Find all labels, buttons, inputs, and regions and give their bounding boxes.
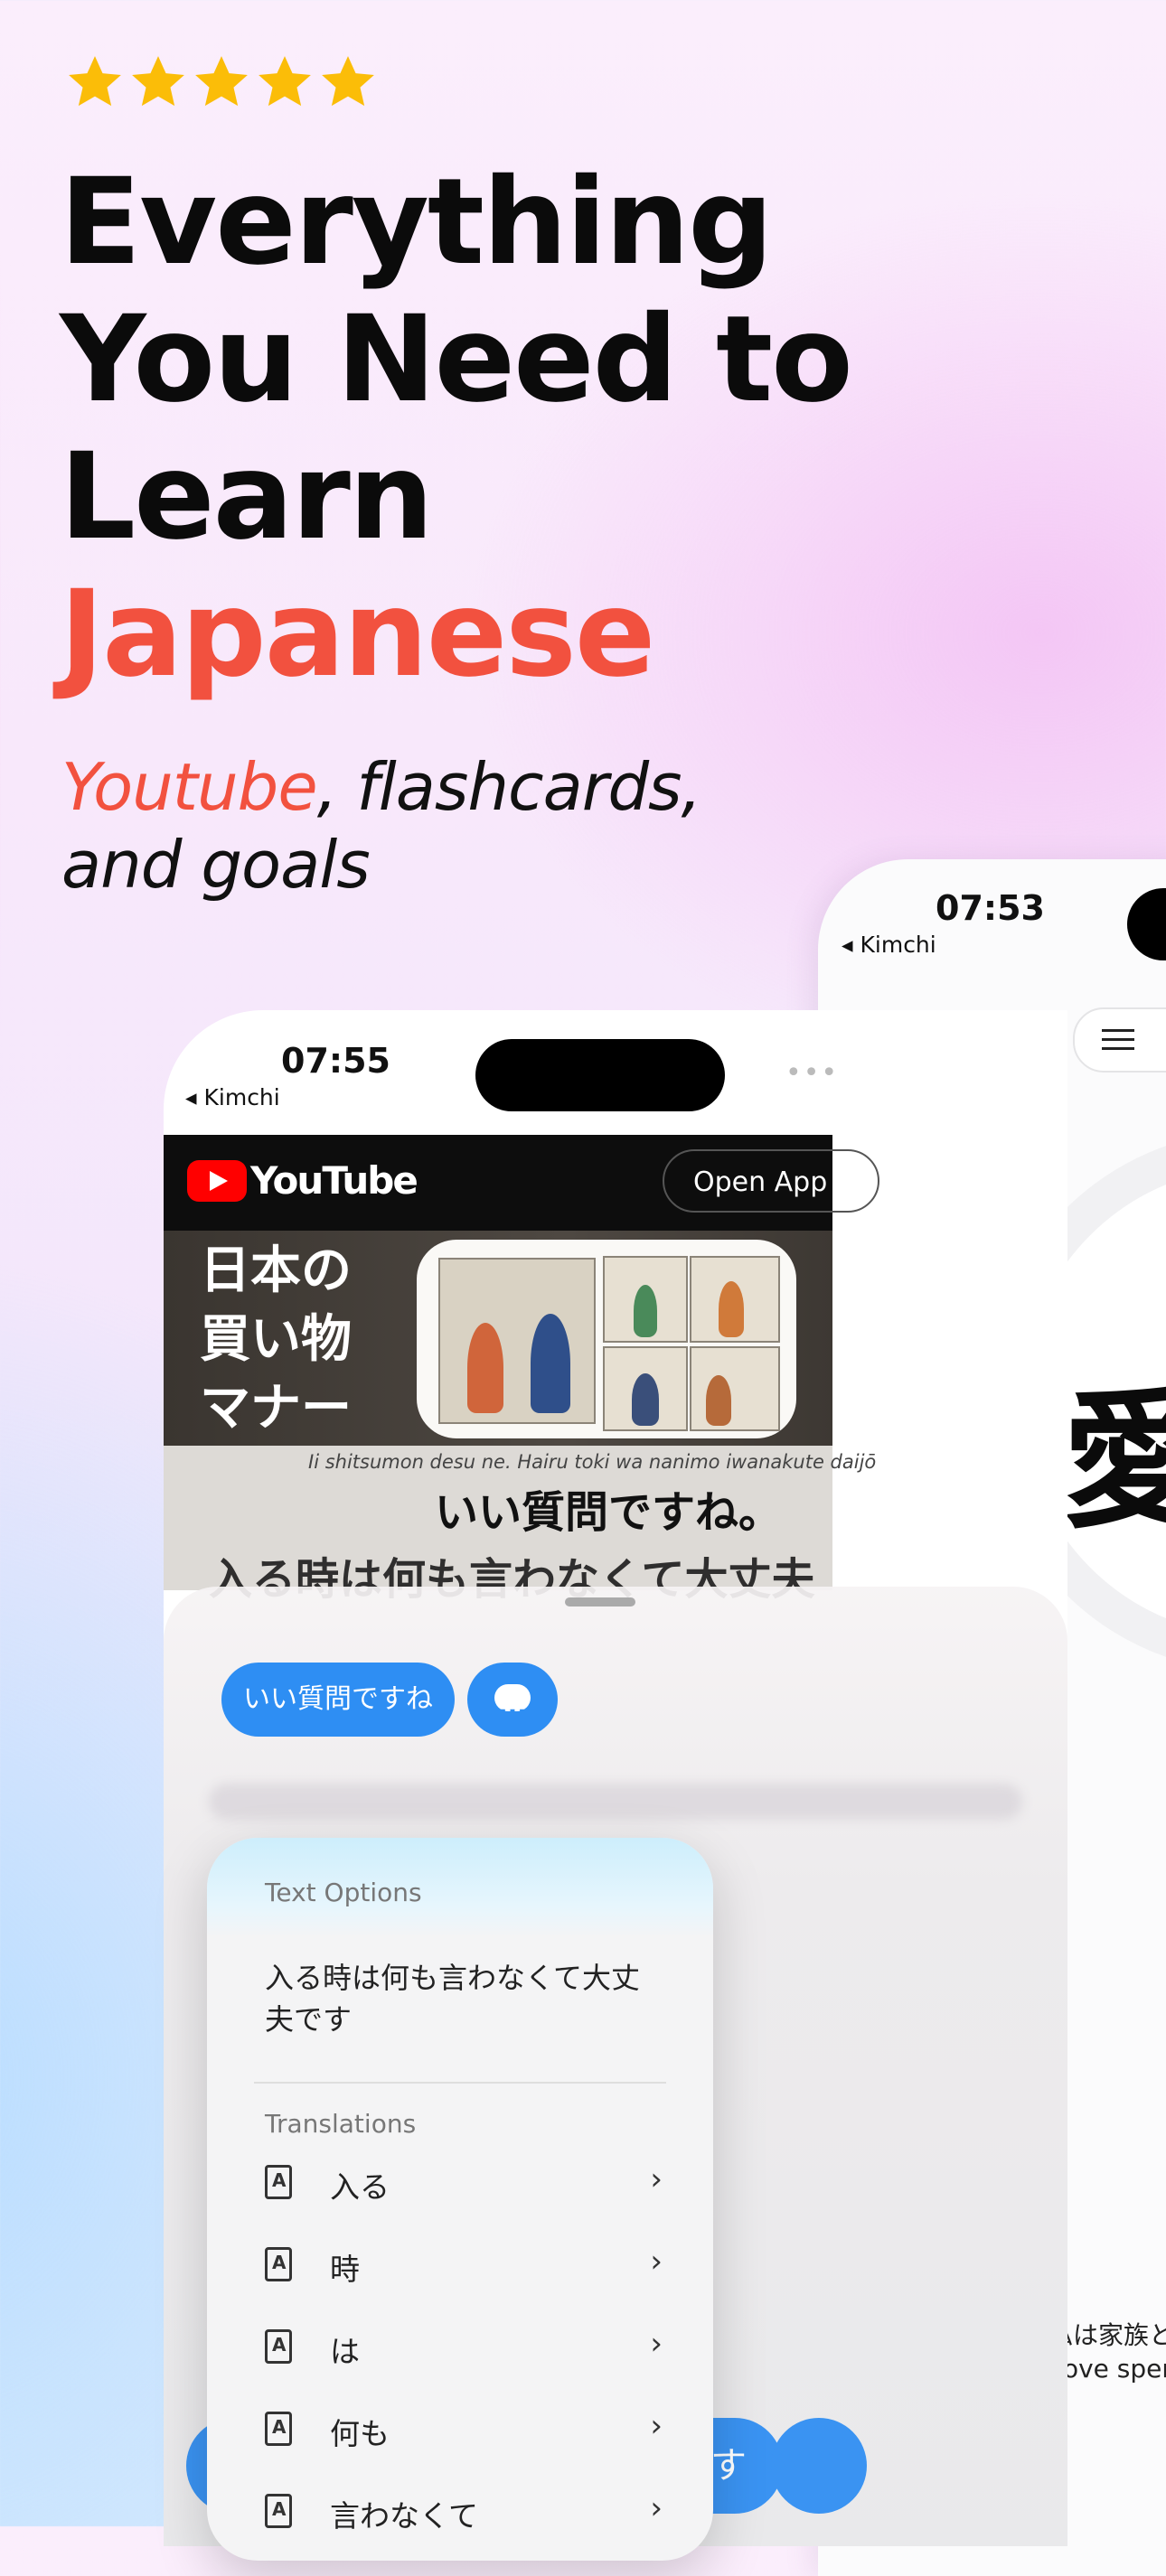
star-icon — [255, 52, 315, 112]
translation-item[interactable]: 何も › — [265, 2403, 663, 2457]
dynamic-island — [1127, 888, 1166, 960]
chevron-right-icon: › — [650, 2490, 663, 2526]
romaji-caption: Ii shitsumon desu ne. Hairu toki wa nani… — [308, 1451, 877, 1473]
translation-label: 言わなくて — [330, 2498, 479, 2534]
hero-headline: Everything You Need to Learn Japanese — [60, 153, 853, 704]
back-to-app-link[interactable]: ◂ Kimchi — [185, 1084, 280, 1110]
japanese-caption[interactable]: いい質問ですね。 — [435, 1476, 782, 1540]
dictionary-icon — [265, 2247, 292, 2281]
headline-line: Learn — [60, 427, 434, 567]
chat-bubble-icon — [494, 1675, 531, 1749]
selected-text[interactable]: 入る時は何も言わなくて大丈夫です — [265, 1957, 663, 2040]
dynamic-island — [475, 1039, 725, 1111]
translation-label: 何も — [330, 2416, 390, 2451]
star-icon — [128, 52, 188, 112]
menu-header: Text Options — [265, 1878, 422, 1907]
chevron-right-icon: › — [650, 2408, 663, 2444]
translation-item[interactable]: は › — [265, 2320, 663, 2375]
chevron-right-icon: › — [650, 2161, 663, 2197]
list-icon — [1102, 1029, 1134, 1032]
translation-label: 入る — [330, 2169, 390, 2205]
phrase-chip[interactable]: いい質問ですね — [221, 1663, 455, 1737]
list-menu-button[interactable] — [1073, 1007, 1166, 1073]
flashcard-kanji: 愛 — [1062, 1372, 1166, 1550]
back-to-app-link[interactable]: ◂ Kimchi — [842, 932, 936, 958]
subtitle-text: and goals — [61, 827, 371, 903]
translations-header: Translations — [265, 2109, 417, 2139]
youtube-wordmark[interactable]: YouTube — [250, 1158, 418, 1203]
chevron-right-icon: › — [650, 2326, 663, 2362]
translation-label: 時 — [330, 2252, 360, 2287]
youtube-play-icon[interactable] — [187, 1160, 247, 1202]
subtitle-overlay: Ii shitsumon desu ne. Hairu toki wa nani… — [164, 1446, 876, 1605]
headline-line: Everything — [60, 153, 774, 292]
translation-item[interactable]: 入る › — [265, 2156, 663, 2210]
translation-item[interactable]: 時 › — [265, 2238, 663, 2292]
blurred-row — [209, 1784, 1022, 1820]
video-thumbnail-title: 日本の 買い物 マナー — [200, 1241, 352, 1438]
dictionary-icon — [265, 2494, 292, 2528]
youtube-header: YouTube Open App — [164, 1135, 879, 1231]
status-time: 07:53 — [936, 888, 1045, 928]
dictionary-icon — [265, 2329, 292, 2364]
chat-button[interactable] — [771, 2418, 867, 2514]
video-player[interactable]: 日本の 買い物 マナー — [164, 1231, 832, 1446]
subtitle-accent: Youtube — [61, 749, 318, 825]
sheet-grabber[interactable] — [565, 1597, 635, 1606]
divider — [254, 2082, 666, 2084]
hero-subtitle: Youtube, flashcards, and goals — [61, 748, 701, 904]
chat-button[interactable] — [467, 1663, 558, 1749]
more-icon[interactable]: ••• — [785, 1057, 839, 1089]
rating-stars — [65, 52, 378, 112]
star-icon — [192, 52, 251, 112]
dictionary-icon — [265, 2412, 292, 2446]
text-options-menu: Text Options 入る時は何も言わなくて大丈夫です Translatio… — [207, 1838, 713, 2561]
star-icon — [318, 52, 378, 112]
dictionary-icon — [265, 2165, 292, 2199]
star-icon — [65, 52, 125, 112]
translation-label: は — [330, 2334, 360, 2369]
translation-item[interactable]: 言わなくて › — [265, 2485, 663, 2539]
headline-line: You Need to — [60, 290, 853, 429]
chevron-right-icon: › — [650, 2243, 663, 2280]
subtitle-text: , flashcards, — [316, 749, 702, 825]
status-time: 07:55 — [281, 1041, 390, 1081]
headline-accent: Japanese — [60, 565, 655, 704]
video-illustration — [417, 1240, 796, 1438]
open-app-button[interactable]: Open App — [663, 1149, 879, 1213]
